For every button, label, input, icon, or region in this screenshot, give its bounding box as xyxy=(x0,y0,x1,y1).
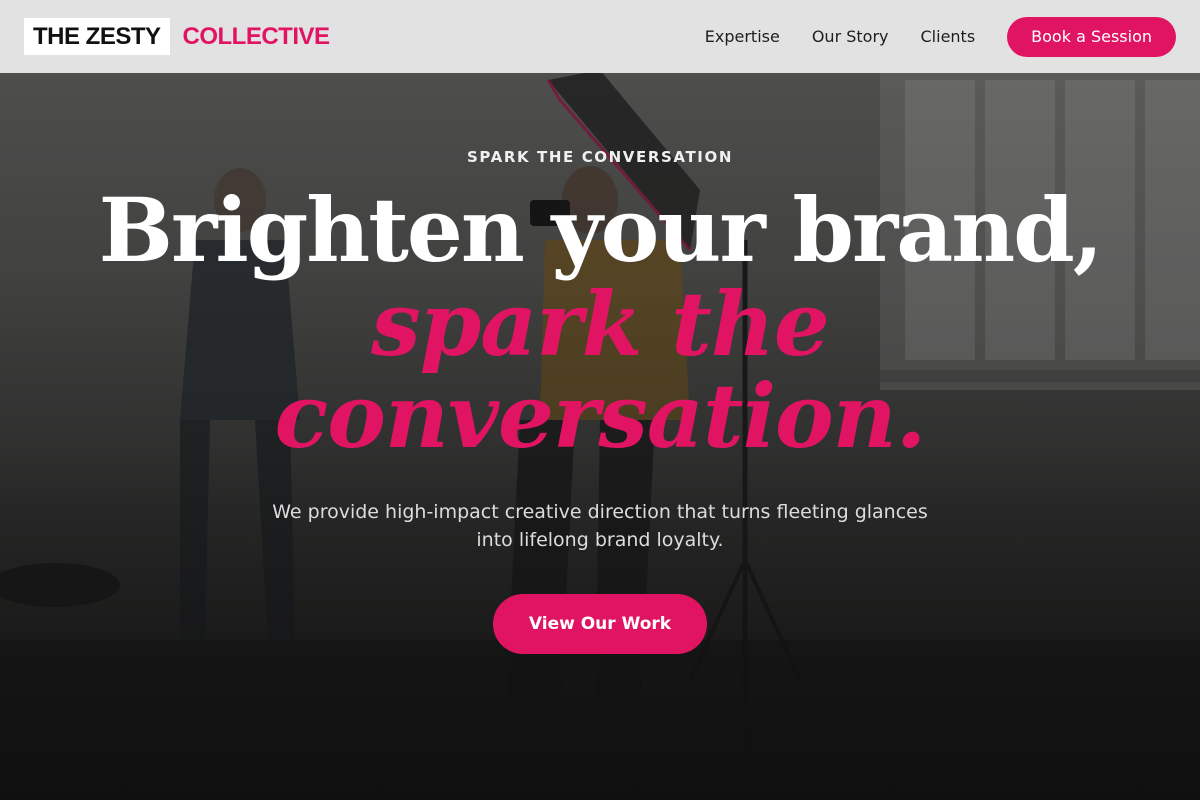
hero-headline: Brighten your brand, spark the conversat… xyxy=(0,182,1200,462)
hero-eyebrow: SPARK THE CONVERSATION xyxy=(467,148,733,166)
headline-accent-line-1: spark the xyxy=(371,272,830,376)
landing-page: THE ZESTY COLLECTIVE Expertise Our Story… xyxy=(0,0,1200,800)
view-our-work-button[interactable]: View Our Work xyxy=(493,594,707,654)
headline-accent-line-2: conversation. xyxy=(274,364,927,468)
headline-line-1: Brighten your brand, xyxy=(98,178,1104,282)
hero-section: SPARK THE CONVERSATION Brighten your bra… xyxy=(0,0,1200,800)
hero-subcopy: We provide high-impact creative directio… xyxy=(272,501,928,551)
